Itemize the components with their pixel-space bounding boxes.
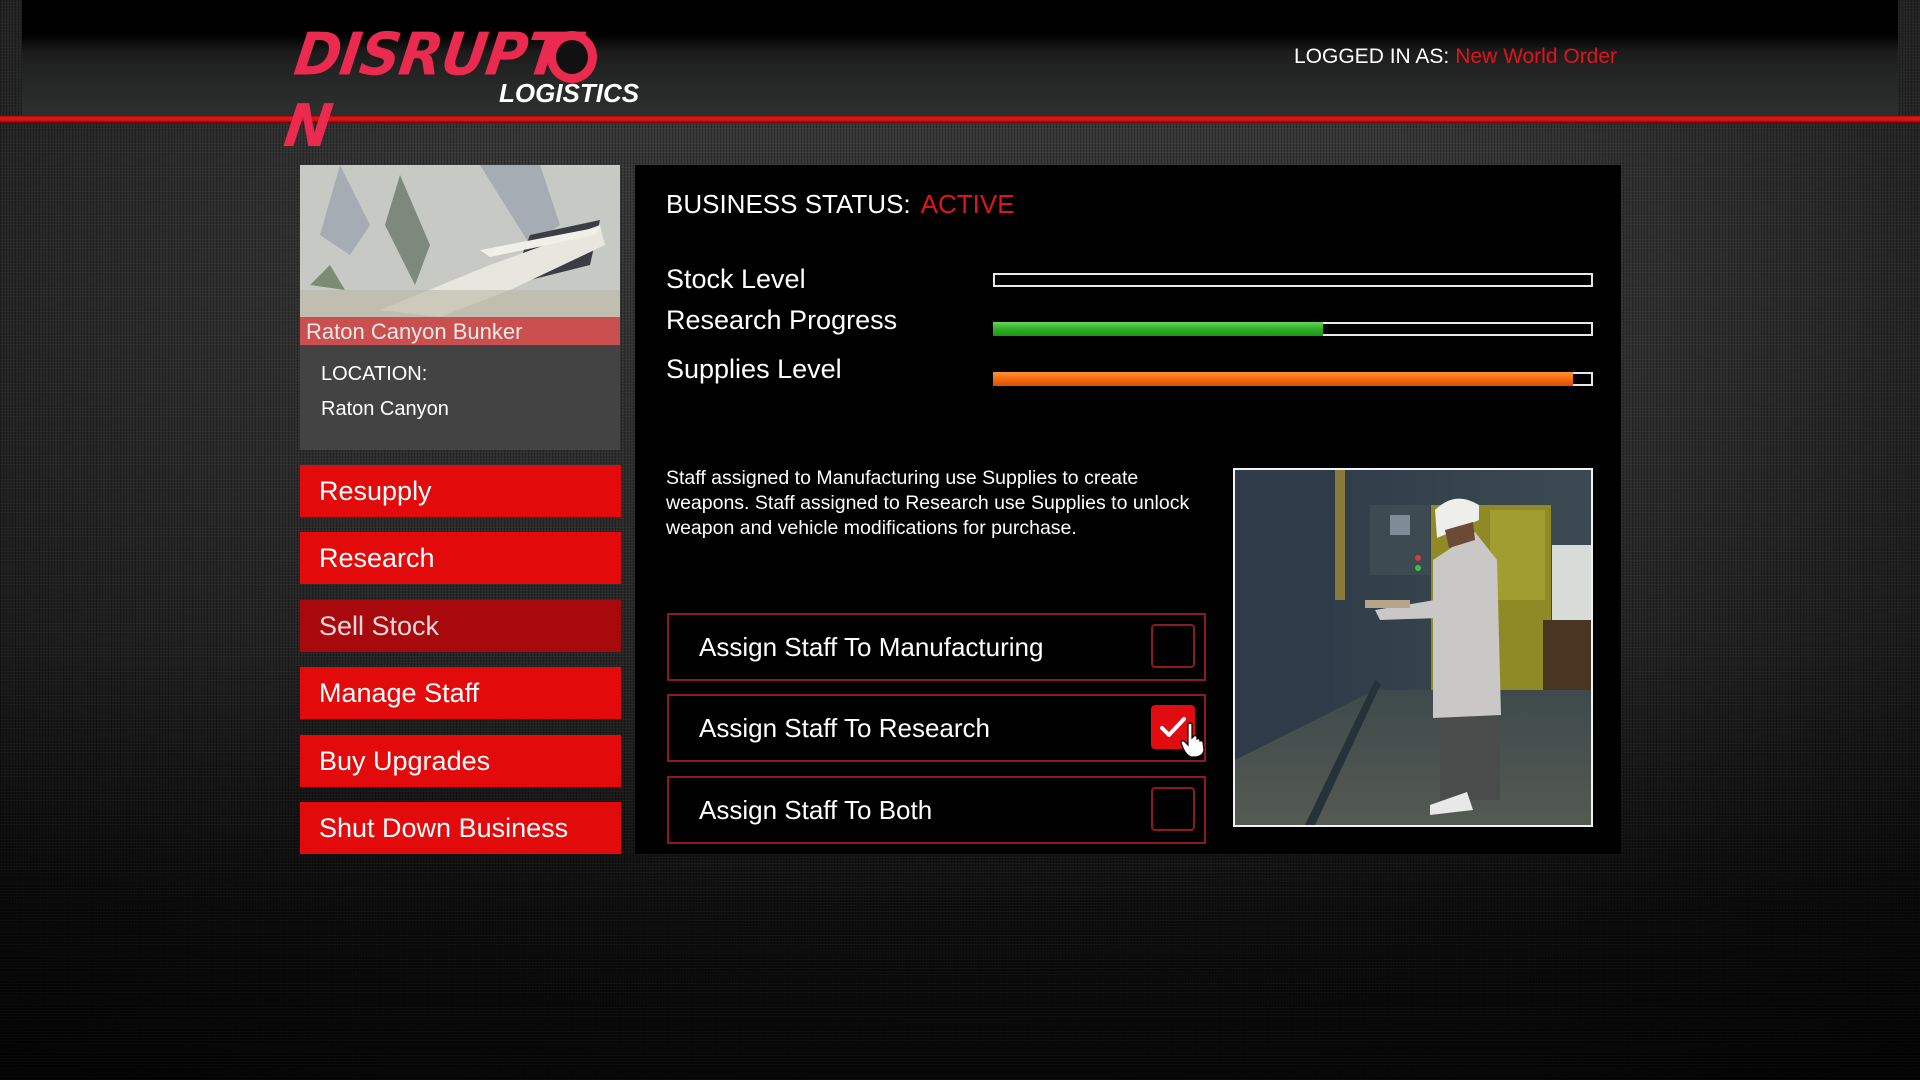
assign-manufacturing-label: Assign Staff To Manufacturing <box>699 632 1044 662</box>
assign-research-option[interactable]: Assign Staff To Research <box>667 694 1206 762</box>
assign-both-checkbox[interactable] <box>1151 787 1195 831</box>
supplies-level-bar <box>993 372 1593 386</box>
hand-pointer-cursor-icon <box>1180 722 1205 758</box>
staff-description: Staff assigned to Manufacturing use Supp… <box>666 467 1190 539</box>
assign-both-option[interactable]: Assign Staff To Both <box>667 776 1206 844</box>
logo-shattered-o-icon <box>547 31 597 83</box>
shut-down-business-button[interactable]: Shut Down Business <box>300 802 621 854</box>
bunker-entrance-photo <box>300 165 620 317</box>
research-button[interactable]: Research <box>300 532 621 584</box>
business-status-label: BUSINESS STATUS: <box>666 189 911 219</box>
scientist-image-icon <box>1235 470 1591 825</box>
business-card: Raton Canyon Bunker LOCATION: Raton Cany… <box>300 165 620 450</box>
business-name-strip: Raton Canyon Bunker <box>300 317 620 345</box>
logo-sub-text: LOGISTICS <box>499 78 640 108</box>
assign-manufacturing-checkbox[interactable] <box>1151 624 1195 668</box>
stock-level-label: Stock Level <box>666 264 806 294</box>
location-value: Raton Canyon <box>321 398 449 420</box>
assign-manufacturing-option[interactable]: Assign Staff To Manufacturing <box>667 613 1206 681</box>
manage-staff-button[interactable]: Manage Staff <box>300 667 621 719</box>
scientist-photo <box>1233 468 1593 827</box>
logged-in-label: LOGGED IN AS: <box>1294 45 1450 68</box>
business-name: Raton Canyon Bunker <box>306 319 523 344</box>
logo-main-tail: N <box>280 92 336 161</box>
assign-research-label: Assign Staff To Research <box>699 713 990 743</box>
location-label: LOCATION: <box>321 363 428 385</box>
logged-in-user: New World Order <box>1455 45 1618 68</box>
research-progress-fill <box>993 322 1323 336</box>
research-progress-label: Research Progress <box>666 305 898 335</box>
stock-level-bar <box>993 273 1593 287</box>
supplies-level-label: Supplies Level <box>666 354 842 384</box>
sell-stock-button[interactable]: Sell Stock <box>300 600 621 652</box>
supplies-level-fill <box>993 372 1574 386</box>
bunker-image-icon <box>300 165 620 317</box>
assign-both-label: Assign Staff To Both <box>699 795 933 825</box>
logged-in-indicator: LOGGED IN AS: New World Order <box>1294 45 1617 69</box>
resupply-button[interactable]: Resupply <box>300 465 621 517</box>
research-progress-bar <box>993 322 1593 336</box>
disruption-logistics-logo: DISRUPTIN LOGISTICS <box>280 20 650 161</box>
business-status: BUSINESS STATUS: ACTIVE <box>666 189 1015 220</box>
business-status-value: ACTIVE <box>920 189 1015 219</box>
buy-upgrades-button[interactable]: Buy Upgrades <box>300 735 621 787</box>
business-status-panel: BUSINESS STATUS: ACTIVE Stock Level Resea… <box>635 165 1621 854</box>
